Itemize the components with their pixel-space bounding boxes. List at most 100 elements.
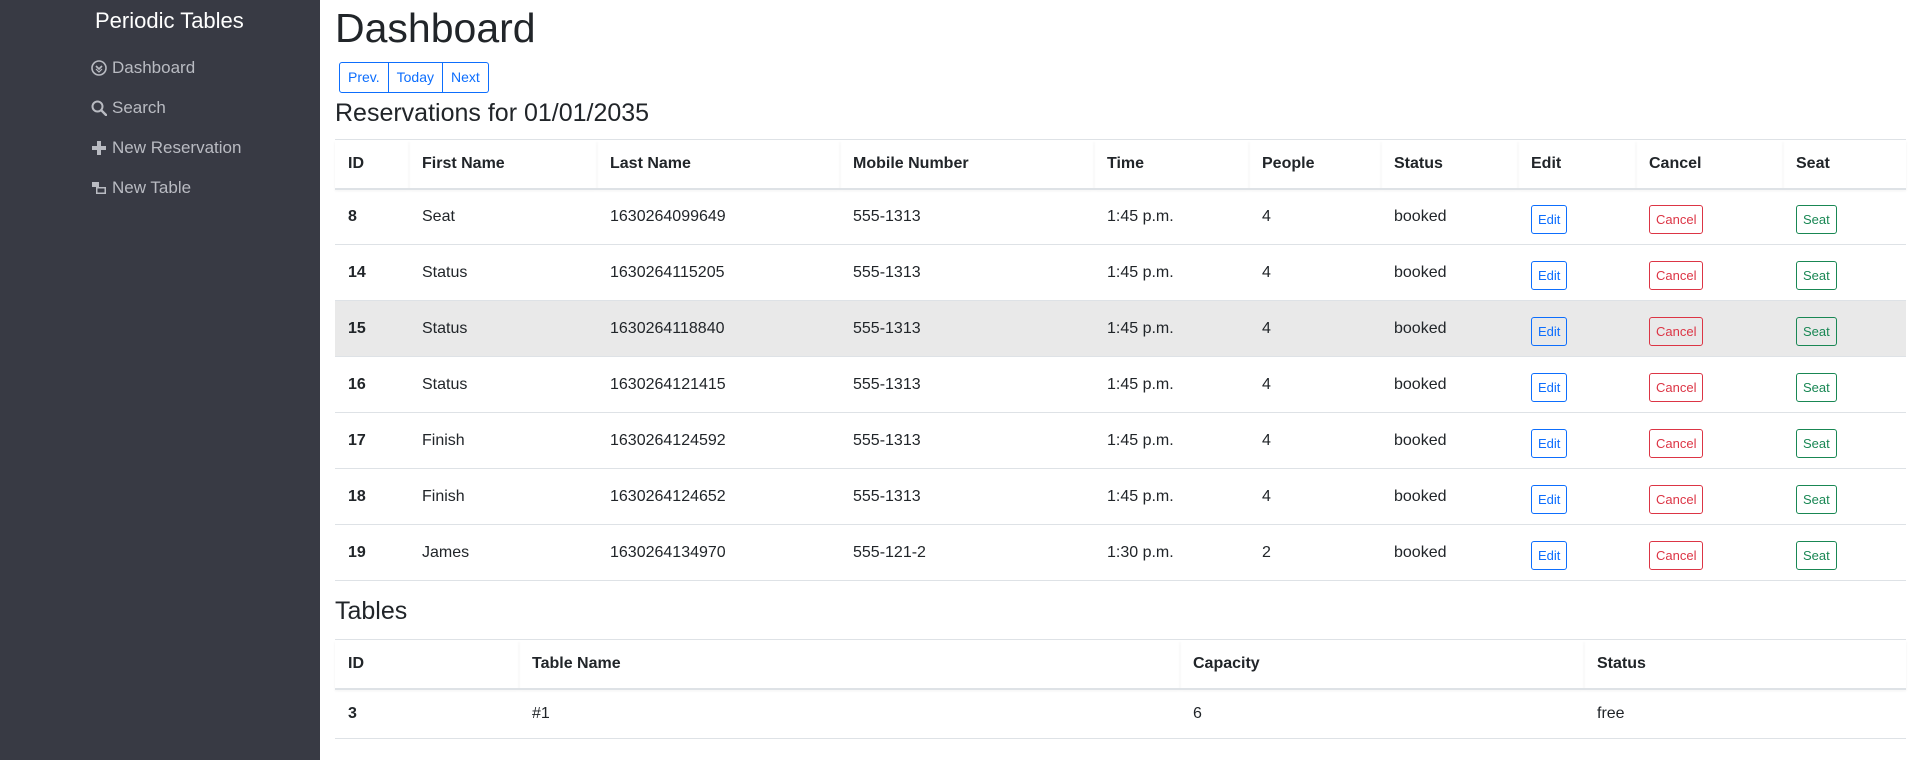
sidebar-item-new-table[interactable]: New Table	[90, 168, 241, 208]
seat-button[interactable]: Seat	[1796, 261, 1837, 290]
reservation-mobile: 555-1313	[840, 412, 1094, 469]
reservation-last-name: 1630264118840	[597, 300, 840, 357]
reservation-last-name: 1630264099649	[597, 188, 840, 245]
reservation-people: 4	[1249, 356, 1381, 413]
seat-button[interactable]: Seat	[1796, 373, 1837, 402]
main-content: Dashboard Prev. Today Next Reservations …	[320, 0, 1916, 760]
sidebar-item-new-reservation[interactable]: New Reservation	[90, 128, 241, 168]
cancel-button[interactable]: Cancel	[1649, 261, 1704, 290]
column-header-time: Time	[1094, 139, 1249, 190]
cancel-button[interactable]: Cancel	[1649, 541, 1704, 570]
sidebar-item-search[interactable]: Search	[90, 88, 241, 128]
tables-table: ID Table Name Capacity Status 3 #1 6 fre…	[335, 639, 1906, 739]
cancel-button[interactable]: Cancel	[1649, 373, 1704, 402]
seat-button[interactable]: Seat	[1796, 485, 1837, 514]
column-header-last-name: Last Name	[597, 139, 840, 190]
reservation-id: 15	[335, 300, 409, 357]
reservation-first-name: Seat	[409, 188, 597, 245]
reservation-first-name: James	[409, 524, 597, 581]
reservations-table: ID First Name Last Name Mobile Number Ti…	[335, 139, 1906, 581]
reservation-row: 16 Status 1630264121415 555-1313 1:45 p.…	[335, 356, 1906, 413]
reservation-time: 1:45 p.m.	[1094, 356, 1249, 413]
column-header-id: ID	[335, 139, 409, 190]
column-header-first-name: First Name	[409, 139, 597, 190]
column-header-capacity: Capacity	[1180, 639, 1584, 690]
table-status: free	[1584, 688, 1906, 739]
tables-title: Tables	[335, 597, 408, 625]
tables-header-row: ID Table Name Capacity Status	[335, 639, 1906, 690]
cancel-button[interactable]: Cancel	[1649, 485, 1704, 514]
reservation-last-name: 1630264121415	[597, 356, 840, 413]
prev-day-button[interactable]: Prev.	[339, 62, 389, 93]
reservations-title: Reservations for 01/01/2035	[335, 99, 650, 127]
cancel-button[interactable]: Cancel	[1649, 429, 1704, 458]
seat-button[interactable]: Seat	[1796, 429, 1837, 458]
reservation-mobile: 555-121-2	[840, 524, 1094, 581]
reservation-people: 4	[1249, 188, 1381, 245]
edit-button[interactable]: Edit	[1531, 485, 1568, 514]
next-day-button[interactable]: Next	[443, 62, 489, 93]
column-header-status: Status	[1584, 639, 1906, 690]
reservation-row: 19 James 1630264134970 555-121-2 1:30 p.…	[335, 524, 1906, 581]
reservation-status: booked	[1381, 300, 1518, 357]
reservation-row: 14 Status 1630264115205 555-1313 1:45 p.…	[335, 244, 1906, 301]
reservation-time: 1:45 p.m.	[1094, 412, 1249, 469]
sidebar-item-label: New Reservation	[112, 138, 242, 157]
reservations-header-row: ID First Name Last Name Mobile Number Ti…	[335, 139, 1906, 190]
brand-title[interactable]: Periodic Tables	[95, 8, 244, 34]
sidebar-item-dashboard[interactable]: Dashboard	[90, 48, 241, 88]
reservation-mobile: 555-1313	[840, 356, 1094, 413]
column-header-edit: Edit	[1518, 139, 1636, 190]
today-button[interactable]: Today	[388, 62, 443, 93]
seat-button[interactable]: Seat	[1796, 317, 1837, 346]
cancel-button[interactable]: Cancel	[1649, 205, 1704, 235]
table-icon	[90, 179, 108, 197]
reservation-row: 15 Status 1630264118840 555-1313 1:45 p.…	[335, 300, 1906, 357]
sidebar-item-label: Dashboard	[112, 58, 196, 77]
edit-button[interactable]: Edit	[1531, 541, 1568, 570]
sidebar: Periodic Tables Dashboard Search New Res…	[0, 0, 320, 760]
reservation-time: 1:45 p.m.	[1094, 244, 1249, 301]
reservation-people: 4	[1249, 300, 1381, 357]
cancel-button[interactable]: Cancel	[1649, 317, 1704, 346]
reservation-people: 4	[1249, 468, 1381, 525]
reservation-mobile: 555-1313	[840, 188, 1094, 245]
reservation-time: 1:45 p.m.	[1094, 468, 1249, 525]
reservation-row: 18 Finish 1630264124652 555-1313 1:45 p.…	[335, 468, 1906, 525]
column-header-people: People	[1249, 139, 1381, 190]
seat-button[interactable]: Seat	[1796, 205, 1837, 235]
reservation-time: 1:30 p.m.	[1094, 524, 1249, 581]
sidebar-item-label: Search	[112, 98, 166, 117]
edit-button[interactable]: Edit	[1531, 205, 1568, 235]
table-id: 3	[335, 688, 519, 739]
reservation-row: 8 Seat 1630264099649 555-1313 1:45 p.m. …	[335, 188, 1906, 245]
reservation-status: booked	[1381, 244, 1518, 301]
reservation-status: booked	[1381, 188, 1518, 245]
seat-button[interactable]: Seat	[1796, 541, 1837, 570]
column-header-id: ID	[335, 639, 519, 690]
table-row: 3 #1 6 free	[335, 688, 1906, 739]
sidebar-nav: Dashboard Search New Reservation New Tab…	[90, 48, 241, 208]
reservation-first-name: Status	[409, 356, 597, 413]
column-header-status: Status	[1381, 139, 1518, 190]
reservation-last-name: 1630264124652	[597, 468, 840, 525]
column-header-seat: Seat	[1783, 139, 1906, 190]
date-nav-group: Prev. Today Next	[339, 62, 489, 93]
edit-button[interactable]: Edit	[1531, 429, 1568, 458]
column-header-mobile-number: Mobile Number	[840, 139, 1094, 190]
edit-button[interactable]: Edit	[1531, 261, 1568, 290]
reservation-first-name: Finish	[409, 468, 597, 525]
reservation-mobile: 555-1313	[840, 300, 1094, 357]
plus-icon	[90, 139, 108, 157]
reservation-time: 1:45 p.m.	[1094, 188, 1249, 245]
reservation-id: 8	[335, 188, 409, 245]
edit-button[interactable]: Edit	[1531, 373, 1568, 402]
reservation-row: 17 Finish 1630264124592 555-1313 1:45 p.…	[335, 412, 1906, 469]
reservation-status: booked	[1381, 356, 1518, 413]
edit-button[interactable]: Edit	[1531, 317, 1568, 346]
table-name: #1	[519, 688, 1180, 739]
reservation-first-name: Finish	[409, 412, 597, 469]
reservation-id: 18	[335, 468, 409, 525]
reservation-status: booked	[1381, 412, 1518, 469]
sidebar-item-label: New Table	[112, 178, 192, 197]
